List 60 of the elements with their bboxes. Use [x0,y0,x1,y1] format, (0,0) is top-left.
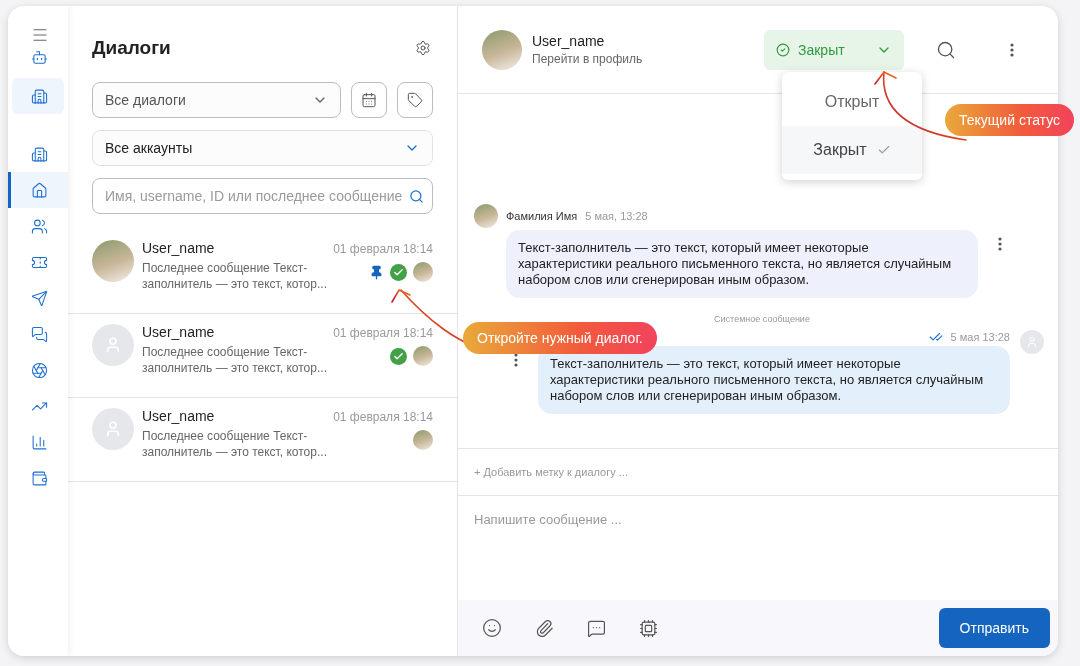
tag-icon [407,92,423,108]
settings-button[interactable] [413,38,433,58]
user-name: User_name [532,32,606,49]
settings-icon [415,40,431,56]
dialog-item[interactable]: User_name 01 февраля 18:14 Последнее сообщение Текст-заполнитель — это текст, котор... [68,398,457,482]
status-option[interactable]: Открыт [782,78,922,126]
message-bubble: Текст-заполнитель — это текст, который имеет некоторые характеристики реального письменного текста, но является случайным набором слов или сгенерирован иным образом. [506,230,978,298]
check-circle-icon [776,42,790,57]
hint-label: Откройте нужный диалог. [463,322,657,354]
message-preview: Последнее сообщение Текст-заполнитель — это текст, котор... [142,344,328,376]
tag-button[interactable] [397,82,433,118]
user-name: User_name [142,324,215,340]
bot-icon [31,48,48,66]
send-icon [31,289,48,307]
more-icon [998,237,1002,251]
dialog-time: 01 февраля 18:14 [333,242,433,256]
dialog-time: 01 февраля 18:14 [333,326,433,340]
user-name: User_name [142,240,215,256]
system-message: Системное сообщение [714,314,810,324]
photo-placeholder [482,29,522,70]
calendar-icon [361,92,377,108]
smile-icon [482,618,502,638]
author-name: Фамилия Имя [506,210,578,222]
user-name: User_name [142,408,215,424]
bar-chart-icon [31,433,48,451]
wallet-icon [31,469,48,487]
dialog-item[interactable]: User_name 01 февраля 18:14 Последнее сообщение Текст-заполнитель — это текст, котор... [68,314,457,398]
search-icon [936,39,956,60]
speech-bubble-icon [586,618,606,638]
send-button[interactable]: Отправить [938,608,1050,648]
avatar-placeholder [1020,330,1044,354]
dialog-time: 01 февраля 18:14 [333,410,433,424]
calendar-button[interactable] [351,82,387,118]
home-icon [31,181,48,199]
building-icon [31,145,48,163]
chat-icon [31,325,48,343]
search-icon [409,188,424,204]
users-icon [31,217,48,235]
message-preview: Последнее сообщение Текст-заполнитель — это текст, котор... [142,428,328,460]
message-time: 5 мая, 13:28 [585,210,648,222]
more-icon [1010,42,1014,57]
chip-icon [638,618,658,638]
message-time: 5 мая 13:28 [950,331,1010,343]
message-preview: Последнее сообщение Текст-заполнитель — это текст, котор... [142,260,328,292]
hint-label: Текущий статус [945,104,1075,136]
dialog-item[interactable]: User_name 01 февраля 18:14 Последнее сообщение Текст-заполнитель — это текст, котор... [68,230,457,314]
sidebar-item[interactable] [12,78,64,114]
sidebar-item[interactable] [8,172,68,208]
status-option[interactable]: Закрыт [782,126,922,174]
building-icon [31,87,48,105]
profile-link[interactable]: Перейти в профиль [532,51,643,66]
check-icon [876,143,891,157]
account-select[interactable]: Все аккаунты [92,130,433,166]
message-bubble: Текст-заполнитель — это текст, который имеет некоторые характеристики реального письменного текста, но является случайным набором слов или сгенерирован иным образом. [538,346,1010,414]
panel-title: Диалоги [92,37,171,59]
photo-placeholder [474,204,498,228]
paperclip-icon [534,618,554,638]
menu-icon [30,26,49,44]
dialog-filter-select[interactable]: Все диалоги [92,82,341,118]
search-field[interactable]: Имя, username, ID или последнее сообщение [92,178,433,214]
